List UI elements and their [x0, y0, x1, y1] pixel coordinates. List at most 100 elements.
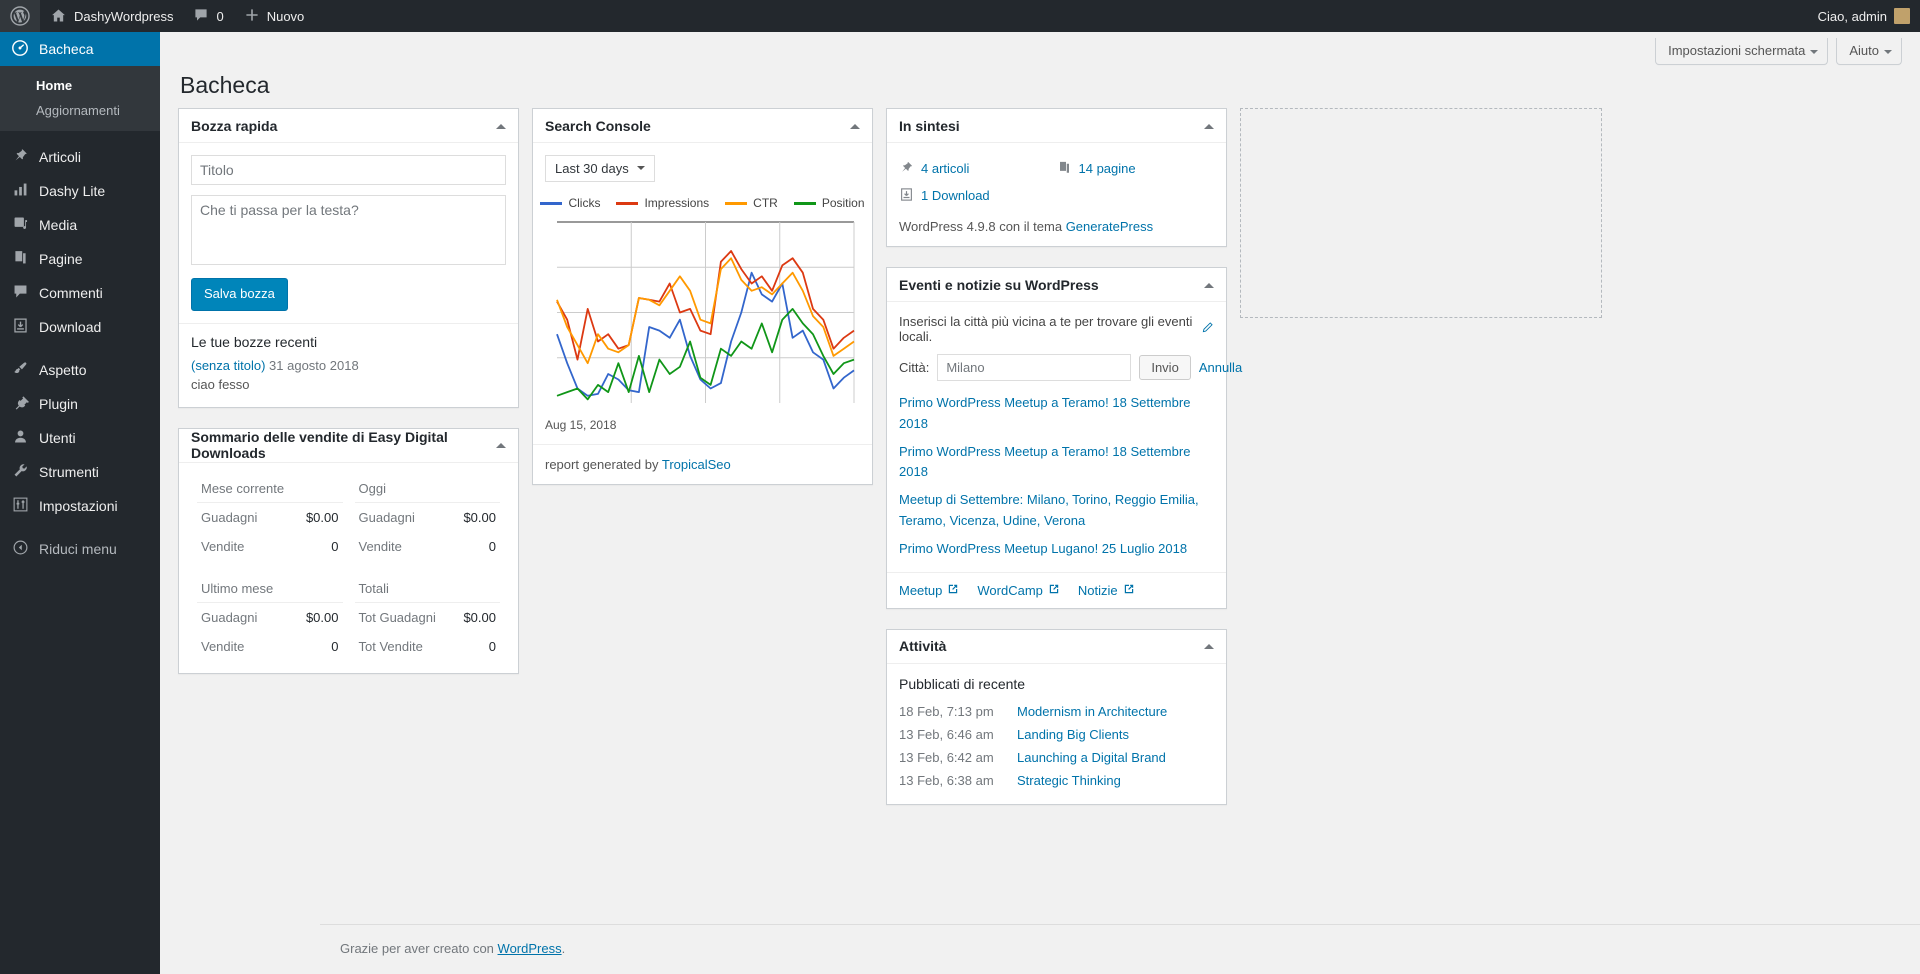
user-icon: [10, 428, 30, 448]
news-label: Notizie: [1077, 582, 1118, 598]
event-link[interactable]: Primo WordPress Meetup Lugano! 25 Luglio…: [899, 541, 1187, 556]
legend-item-clicks[interactable]: Clicks: [540, 196, 600, 210]
pencil-icon[interactable]: [1200, 321, 1214, 337]
quick-draft-header[interactable]: Bozza rapida: [179, 109, 518, 143]
glance-item-downloads[interactable]: 1 Download: [899, 182, 1057, 209]
new-content-menu[interactable]: Nuovo: [234, 0, 315, 32]
sidebar-item-strumenti[interactable]: Strumenti: [0, 455, 160, 489]
legend-swatch: [540, 201, 563, 205]
help-button[interactable]: Aiuto: [1836, 38, 1902, 65]
sidebar-item-dashy-lite[interactable]: Dashy Lite: [0, 174, 160, 208]
event-item: Primo WordPress Meetup a Teramo! 18 Sett…: [899, 442, 1214, 484]
sidebar-item-utenti[interactable]: Utenti: [0, 421, 160, 455]
legend-label: Position: [821, 196, 865, 210]
home-icon: [50, 7, 67, 26]
sidebar-item-media[interactable]: Media: [0, 208, 160, 242]
sidebar-item-impostazioni[interactable]: Impostazioni: [0, 489, 160, 523]
legend-item-ctr[interactable]: CTR: [725, 196, 778, 210]
panel-title: In sintesi: [899, 117, 960, 134]
edd-column-header: Ultimo mese: [197, 575, 343, 603]
site-name-menu[interactable]: DashyWordpress: [40, 0, 183, 32]
event-link[interactable]: Meetup di Settembre: Milano, Torino, Reg…: [899, 492, 1199, 528]
activity-post-link[interactable]: Modernism in Architecture: [1017, 704, 1167, 719]
edd-row: Tot Guadagni $0.00: [355, 603, 501, 632]
save-draft-button[interactable]: Salva bozza: [191, 278, 288, 311]
chart-x-axis-label: Aug 15, 2018: [545, 418, 617, 432]
legend-item-impressions[interactable]: Impressions: [616, 196, 709, 210]
sidebar-item-commenti[interactable]: Commenti: [0, 276, 160, 310]
at-a-glance-header[interactable]: In sintesi: [887, 109, 1226, 143]
draft-title-input[interactable]: [191, 155, 506, 185]
sidebar-item-plugin[interactable]: Plugin: [0, 387, 160, 421]
pages-icon: [1057, 160, 1072, 177]
chevron-up-icon[interactable]: [496, 119, 506, 129]
sidebar-item-download[interactable]: Download: [0, 310, 160, 344]
activity-post-link[interactable]: Strategic Thinking: [1017, 773, 1121, 788]
events-news-header[interactable]: Eventi e notizie su WordPress: [887, 268, 1226, 302]
activity-post-link[interactable]: Landing Big Clients: [1017, 727, 1129, 742]
dashboard-column-3: In sintesi 4 articoli 14 pagine 1 Downlo…: [886, 108, 1242, 825]
recent-drafts-title: Le tue bozze recenti: [191, 333, 318, 350]
glance-item-pages[interactable]: 14 pagine: [1057, 155, 1215, 182]
screen-options-button[interactable]: Impostazioni schermata: [1655, 38, 1829, 65]
glance-label[interactable]: 4 articoli: [921, 161, 969, 176]
legend-item-position[interactable]: Position: [793, 196, 865, 210]
wordpress-link[interactable]: WordPress: [498, 941, 562, 956]
chevron-up-icon[interactable]: [1204, 119, 1214, 129]
paintbrush-icon: [10, 360, 30, 380]
legend-label: Impressions: [644, 196, 710, 210]
wordcamp-link[interactable]: WordCamp: [977, 583, 1060, 598]
sidebar-subitem-home[interactable]: Home: [0, 73, 160, 98]
city-cancel-link[interactable]: Annulla: [1199, 360, 1242, 375]
activity-header[interactable]: Attività: [887, 630, 1226, 664]
activity-time: 13 Feb, 6:38 am: [899, 772, 994, 788]
draft-content-textarea[interactable]: [191, 195, 506, 265]
glance-label[interactable]: 1 Download: [921, 188, 990, 203]
event-item: Primo WordPress Meetup a Teramo! 18 Sett…: [899, 393, 1214, 435]
external-link-icon: [947, 583, 959, 597]
chevron-up-icon[interactable]: [1204, 278, 1214, 288]
comment-bubble-icon: [193, 7, 209, 25]
comments-menu[interactable]: 0: [183, 0, 233, 32]
report-provider-link[interactable]: TropicalSeo: [662, 457, 731, 472]
theme-name-link[interactable]: GeneratePress: [1066, 219, 1153, 234]
meetup-link[interactable]: Meetup: [899, 583, 959, 598]
activity-panel: Attività Pubblicati di recente 18 Feb, 7…: [886, 628, 1227, 805]
glance-item-posts[interactable]: 4 articoli: [899, 155, 1057, 182]
search-console-chart: Aug 15, 2018: [545, 214, 860, 432]
date-range-select[interactable]: Last 30 days: [545, 155, 655, 182]
site-name-label: DashyWordpress: [74, 8, 174, 24]
collapse-menu-button[interactable]: Riduci menu: [0, 532, 160, 566]
sidebar-item-bacheca[interactable]: Bacheca: [0, 32, 168, 66]
event-item: Primo WordPress Meetup Lugano! 25 Luglio…: [899, 539, 1214, 560]
plus-icon: [244, 7, 260, 25]
empty-widget-dropzone[interactable]: [1240, 108, 1602, 318]
event-link[interactable]: Primo WordPress Meetup a Teramo! 18 Sett…: [899, 444, 1190, 480]
city-input[interactable]: [937, 354, 1132, 381]
sidebar-item-pagine[interactable]: Pagine: [0, 242, 160, 276]
city-label: Città:: [899, 360, 930, 375]
search-console-header[interactable]: Search Console: [533, 109, 872, 143]
panel-title: Bozza rapida: [191, 117, 278, 134]
edd-body: Mese corrente Guadagni $0.00 Vendite 0 O…: [179, 463, 518, 673]
panel-title: Sommario delle vendite di Easy Digital D…: [191, 429, 448, 462]
chevron-up-icon[interactable]: [850, 119, 860, 129]
edd-row-label: Guadagni: [201, 609, 258, 625]
news-link[interactable]: Notizie: [1078, 583, 1135, 598]
wp-logo-menu[interactable]: [0, 0, 40, 32]
activity-row: 13 Feb, 6:46 am Landing Big Clients: [899, 723, 1214, 746]
sidebar-subitem-aggiornamenti[interactable]: Aggiornamenti: [0, 98, 160, 123]
my-account-menu[interactable]: Ciao, admin: [1808, 0, 1920, 32]
activity-post-link[interactable]: Launching a Digital Brand: [1017, 750, 1166, 765]
menu-separator: [0, 344, 160, 353]
draft-title-link[interactable]: (senza titolo): [191, 358, 265, 373]
chevron-up-icon[interactable]: [1204, 639, 1214, 650]
comments-count: 0: [216, 8, 224, 24]
edd-header[interactable]: Sommario delle vendite di Easy Digital D…: [179, 429, 518, 463]
city-submit-button[interactable]: Invio: [1139, 355, 1191, 380]
sidebar-item-aspetto[interactable]: Aspetto: [0, 353, 160, 387]
sidebar-item-articoli[interactable]: Articoli: [0, 140, 160, 174]
chevron-up-icon[interactable]: [496, 438, 506, 449]
event-link[interactable]: Primo WordPress Meetup a Teramo! 18 Sett…: [899, 395, 1190, 431]
glance-label[interactable]: 14 pagine: [1079, 161, 1136, 176]
